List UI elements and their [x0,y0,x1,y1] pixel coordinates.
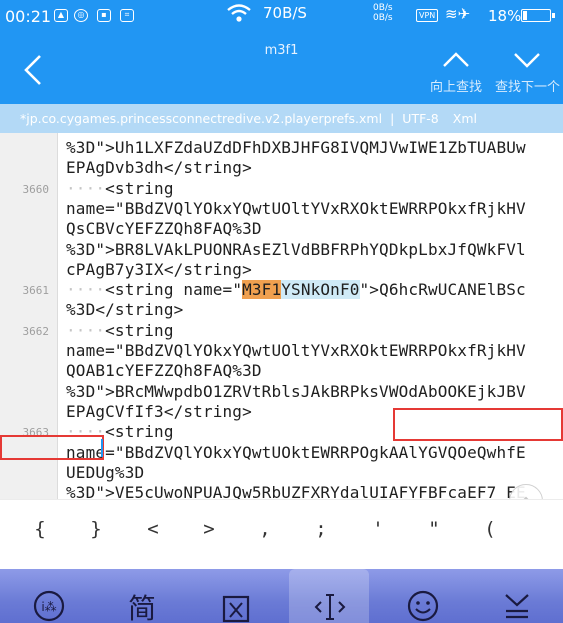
separator: | [390,111,395,126]
annotation-box-suffix [0,435,104,460]
code-line: EPAgCVfIf3</string> [66,401,252,421]
code-token: <string [105,178,174,198]
annotation-box-value [393,408,563,441]
symbol-key[interactable]: > [181,518,237,540]
key-highlight: YSNkOnF0 [281,280,360,300]
code-line: cPAgB7y3IX</string> [66,259,252,279]
code-token: <string name=" [105,280,243,300]
find-previous-label: 向上查找 [429,80,482,95]
network-speed: 70B/S [263,4,307,22]
indent-whitespace: ···· [66,320,106,340]
upload-rate: 0B/s [373,3,393,13]
code-token: ">Q6hcRwUCANElBSc [359,280,526,300]
image-notification-icon: ▲ [54,9,68,22]
find-next-label: 查找下一个 [494,80,560,95]
scan-notification-icon: ⌗ [120,9,134,22]
code-line: name="BBdZVQlYOkxYQwtUOltYVxRXOktEWRRPOk… [66,198,526,218]
simplified-label: 简 [127,592,156,623]
file-name: *jp.co.cygames.princessconnectredive.v2.… [20,111,383,126]
simplified-chinese-button[interactable]: 简 [102,569,182,623]
code-line: UEDUg%3D [66,462,145,482]
code-line: %3D">VE5cUwoNPUAJQw5RbUZFXRYdalUIAFYFBFc… [66,483,526,499]
clipboard-icon [222,595,250,623]
code-line: %3D">Uh1LXFZdaUZdDFhDXBJHFG8IVQMJVwIWE1Z… [66,138,526,157]
code-token: <string [105,422,174,442]
app-toolbar: m3f1 向上查找 查找下一个 [0,34,563,104]
chevron-down-icon [514,53,540,68]
code-line: %3D</string> [66,300,183,320]
file-encoding: UTF-8 [402,111,439,126]
line-number: 3661 [22,284,50,297]
find-previous-button[interactable]: 向上查找 [423,44,489,100]
file-info-bar: *jp.co.cygames.princessconnectredive.v2.… [0,104,563,133]
svg-text:i⁂: i⁂ [41,600,56,614]
symbol-key[interactable]: " [406,518,462,540]
app-notification-icon: ◎ [74,9,88,22]
search-match-highlight: M3F1 [242,280,282,300]
wifi-icon [227,4,251,22]
status-time: 00:21 [5,7,52,26]
code-token: %3D [66,300,96,320]
code-line: QsCBVcYEFZZQh8FAQ%3D [66,219,262,239]
symbol-key[interactable]: ; [293,518,349,540]
code-line: %3D">BRcMWwpdbO1ZRVtRblsJAkBRPksVWOdAbOO… [66,381,526,401]
download-rate: 0B/s [373,13,393,23]
symbol-key[interactable]: ( [462,518,518,540]
symbol-key[interactable]: } [68,518,124,540]
symbol-key[interactable]: { [12,518,68,540]
find-next-button[interactable]: 查找下一个 [492,44,563,100]
hide-keyboard-icon [505,594,529,619]
code-line: %3D">BR8LVAkLPUONRAsEZlVdBBFRPhYQDkpLbxJ… [66,239,526,259]
code-line: ····<string [66,321,174,341]
code-editor[interactable]: 3660 3661 3662 3663 %3D">Uh1LXFZdaUZdDFh… [0,133,563,499]
clipboard-button[interactable] [195,569,275,623]
code-line: QOAB1cYEFZZQh8FAQ%3D [66,361,262,381]
code-line: EPAgDvb3dh</string> [66,158,252,178]
cursor-move-icon [314,594,346,620]
emoji-icon [407,590,439,622]
symbol-bar: { } < > , ; ' " ( [0,499,563,570]
wifi-small-icon: ≋ [445,5,458,23]
hide-keyboard-button[interactable] [476,569,556,623]
battery-icon [521,9,555,22]
code-line: name="BBdZVQlYOkxYQwtUOktEWRRPOgkAAlYGVQ… [66,442,526,462]
code-line: name="BBdZVQlYOkxYQwtUOltYVxRXOktEWRRPOk… [66,341,526,360]
code-token: <string [105,320,174,340]
wifi-airplane-icons: ≋✈ [445,5,470,23]
indent-whitespace: ···· [66,280,106,300]
mode-icon: i⁂ [33,590,65,622]
battery-percent: 18% [488,7,522,25]
syntax-mode: Xml [452,111,477,126]
code-line-matched: ····<string name="M3F1YSNkOnF0">Q6hcRwUC… [66,280,526,300]
line-number: 3662 [22,325,50,338]
indent-whitespace: ···· [66,178,106,198]
network-rates: 0B/s 0B/s [373,3,393,23]
keyboard-toolbar: i⁂ 简 [0,569,563,623]
battery-fill [523,11,527,20]
line-number: 3660 [22,183,50,196]
status-bar: 00:21 ▲ ◎ ▪ ⌗ 70B/S 0B/s 0B/s VPN ≋✈ 18% [0,0,563,34]
store-notification-icon: ▪ [97,9,111,22]
symbol-key[interactable]: < [125,518,181,540]
chevron-up-icon [443,52,469,67]
vpn-icon: VPN [416,9,439,22]
text-cursor [101,439,103,457]
code-token: </string> [95,300,184,320]
cursor-move-button[interactable] [289,569,369,623]
symbol-key[interactable]: , [237,518,293,540]
input-mode-button[interactable]: i⁂ [8,569,88,623]
symbol-key[interactable]: ' [350,518,406,540]
emoji-button[interactable] [383,569,463,623]
airplane-icon: ✈ [457,5,471,23]
code-line: ····<string [66,179,174,199]
